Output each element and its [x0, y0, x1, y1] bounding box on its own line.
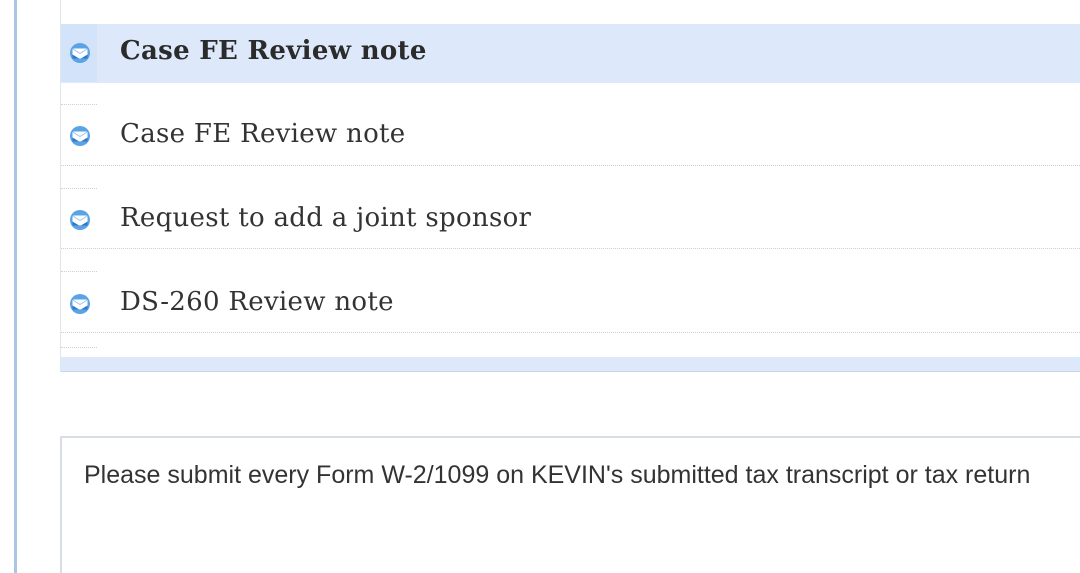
envelope-icon [70, 43, 90, 63]
message-body-text: Please submit every Form W-2/1099 on KEV… [84, 461, 1031, 489]
message-body-panel: Please submit every Form W-2/1099 on KEV… [60, 436, 1080, 573]
message-row-1[interactable]: Case FE Review note [61, 24, 1080, 83]
message-list: Case FE Review note Case FE Review note … [60, 0, 1080, 372]
page-left-border [14, 0, 17, 573]
list-footer-bar [61, 347, 1080, 372]
envelope-icon [70, 210, 90, 230]
row-icon-cell [61, 24, 97, 82]
message-subject[interactable]: Request to add a joint sponsor [120, 203, 531, 233]
message-subject[interactable]: DS-260 Review note [120, 287, 394, 317]
row-icon-cell [61, 83, 97, 165]
row-icon-cell [61, 166, 97, 248]
row-icon-cell [61, 249, 97, 332]
message-subject[interactable]: Case FE Review note [120, 119, 405, 149]
envelope-icon [70, 126, 90, 146]
message-row-3[interactable]: Request to add a joint sponsor [61, 166, 1080, 249]
message-row-4[interactable]: DS-260 Review note [61, 249, 1080, 333]
message-row-2[interactable]: Case FE Review note [61, 83, 1080, 166]
list-top-spacer [61, 0, 1080, 24]
envelope-icon [70, 294, 90, 314]
message-subject[interactable]: Case FE Review note [120, 36, 427, 66]
